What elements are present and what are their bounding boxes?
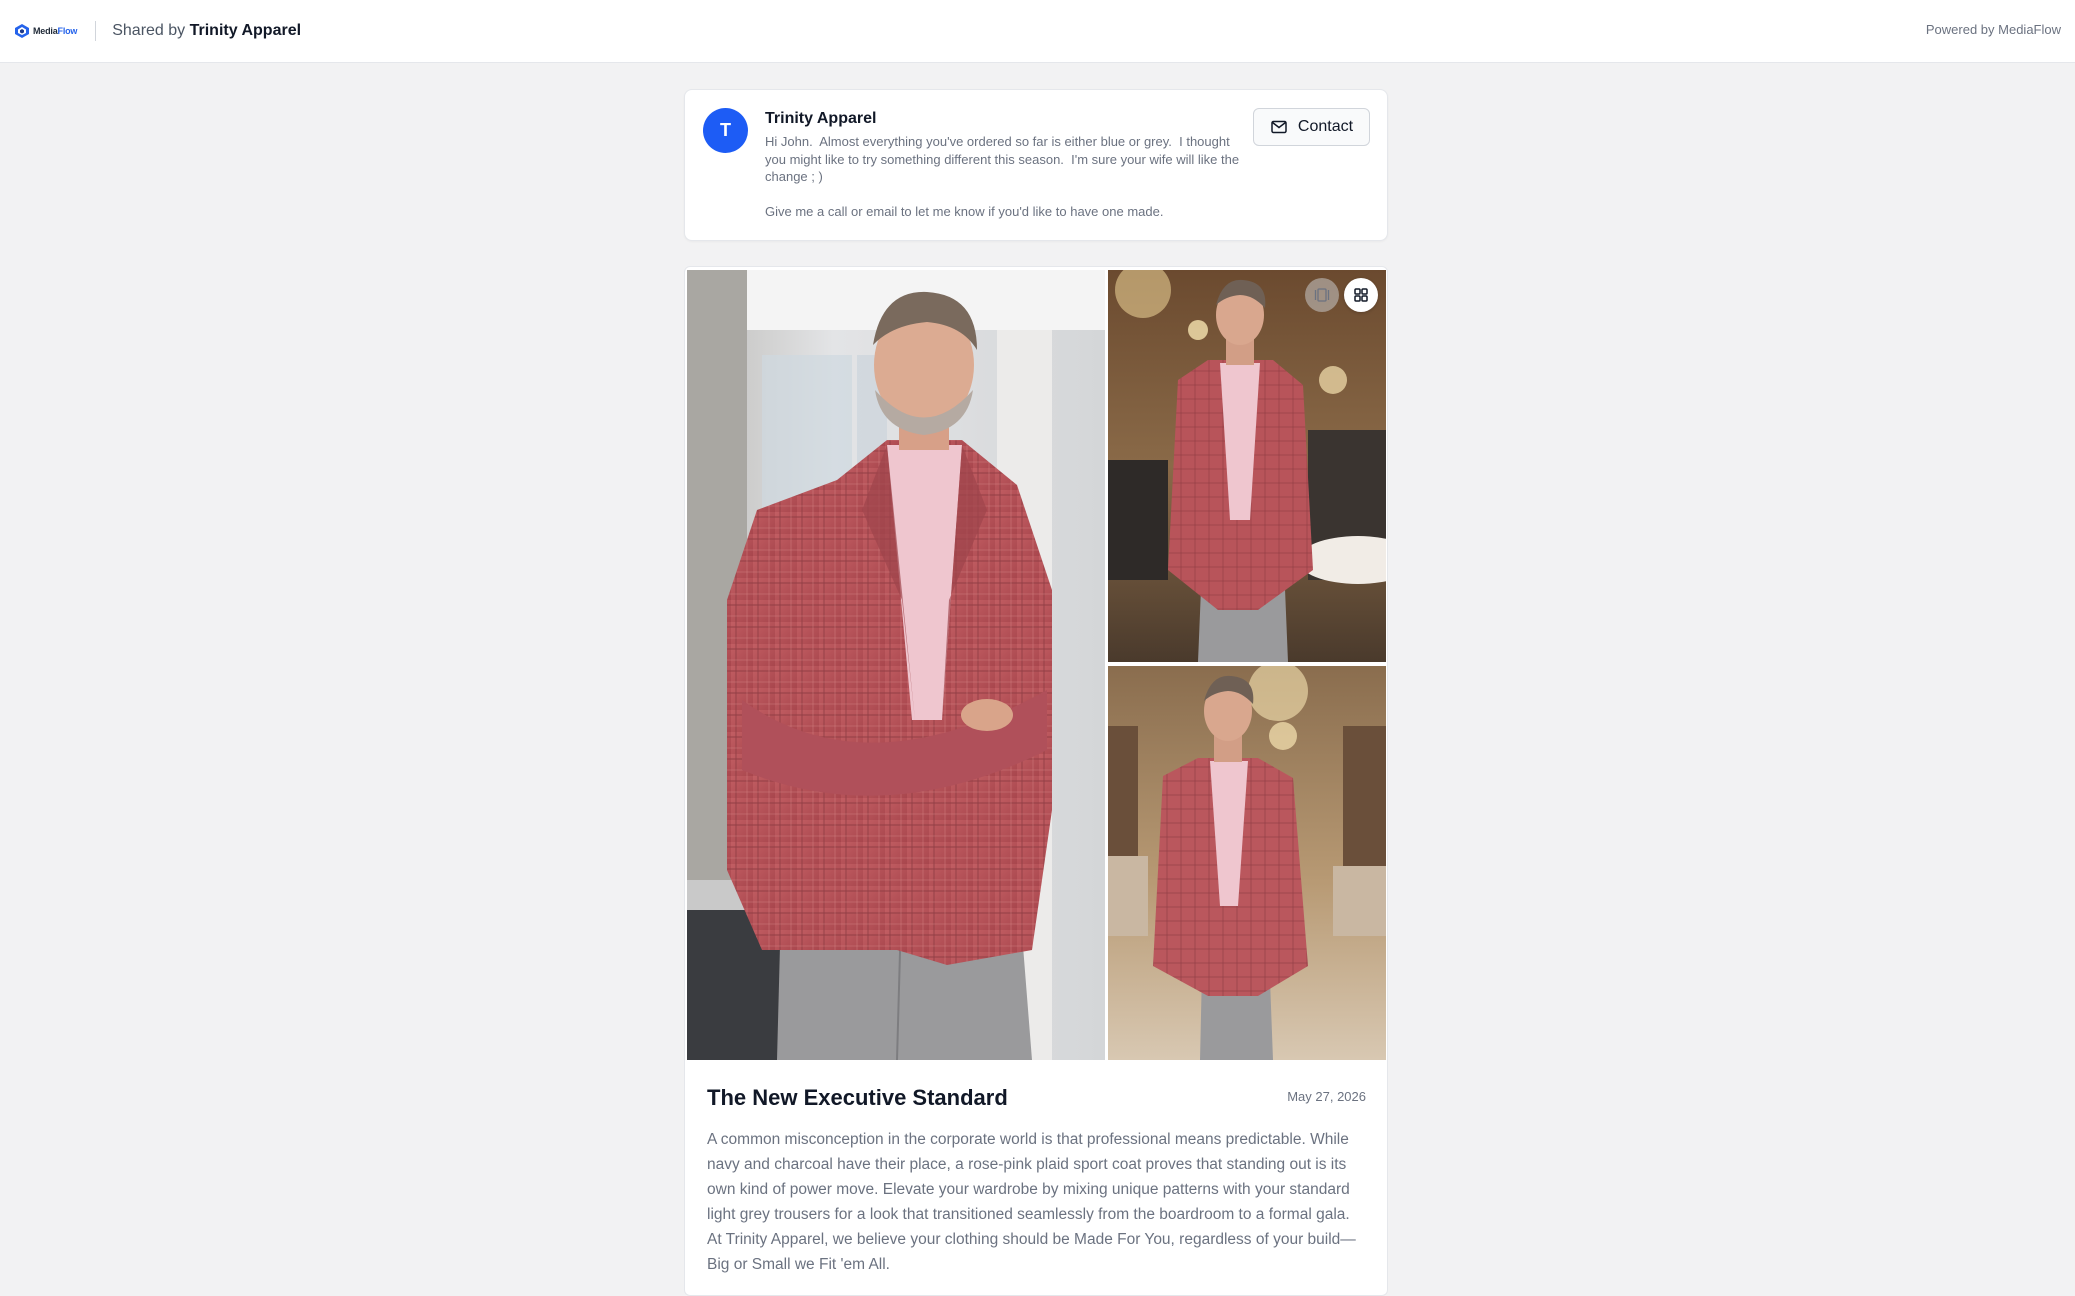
top-bar: MediaFlow Shared by Trinity Apparel Powe… — [0, 0, 2075, 63]
grid-view-icon — [1354, 288, 1368, 302]
shared-by-name: Trinity Apparel — [189, 22, 302, 39]
man-in-office-image — [687, 270, 1105, 1060]
photo-ballroom[interactable] — [1108, 270, 1386, 662]
contact-label: Contact — [1297, 118, 1354, 135]
mail-icon — [1271, 120, 1287, 134]
post-date: May 27, 2026 — [1287, 1089, 1366, 1104]
message-body: Hi John. Almost everything you've ordere… — [765, 134, 1240, 219]
grid-view-toggle[interactable] — [1344, 278, 1378, 312]
single-view-icon — [1314, 288, 1330, 302]
post-body: A common misconception in the corporate … — [707, 1131, 1356, 1273]
mediaflow-logo-icon — [15, 24, 29, 38]
photo-lobby[interactable] — [1108, 666, 1386, 1060]
contact-button[interactable]: Contact — [1253, 108, 1370, 146]
single-view-toggle[interactable] — [1305, 278, 1339, 312]
brand-logo[interactable]: MediaFlow — [14, 23, 77, 39]
man-in-ballroom-image — [1108, 270, 1386, 662]
photo-main[interactable] — [687, 270, 1105, 1060]
powered-by[interactable]: Powered by MediaFlow — [1926, 22, 2061, 37]
message-card: T Trinity Apparel Hi John. Almost everyt… — [684, 89, 1388, 241]
avatar: T — [703, 108, 748, 153]
post-card: The New Executive Standard May 27, 2026 … — [684, 266, 1388, 1296]
shared-by-label: Shared by Trinity Apparel — [112, 22, 302, 39]
header-divider — [95, 21, 97, 41]
brand-name: MediaFlow — [33, 26, 78, 36]
post-title: The New Executive Standard — [707, 1085, 1008, 1110]
sender-name: Trinity Apparel — [765, 110, 877, 127]
man-in-lobby-image — [1108, 666, 1386, 1060]
